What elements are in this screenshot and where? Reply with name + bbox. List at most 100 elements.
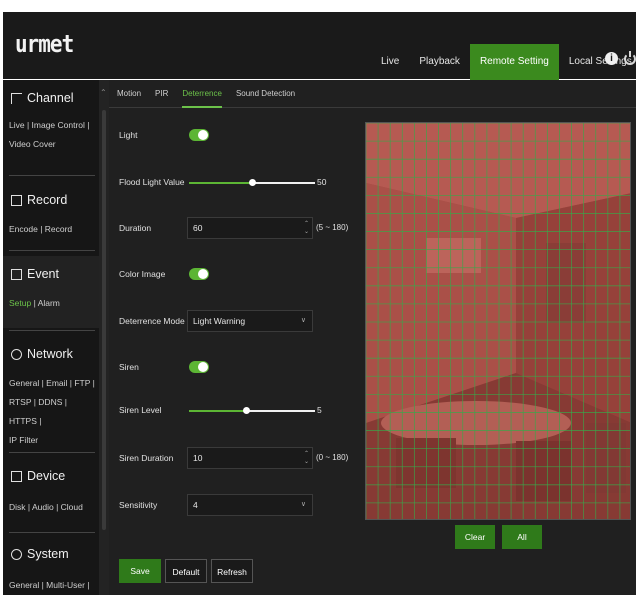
siren-level-value: 5 <box>317 405 322 415</box>
tab-deterrence[interactable]: Deterrence <box>182 80 222 108</box>
top-icons: i <box>605 50 636 65</box>
siren-level-label: Siren Level <box>119 405 162 415</box>
light-toggle[interactable] <box>189 129 209 141</box>
sidebar-section-channel: Channel Live | Image Control | Video Cov… <box>3 86 99 154</box>
sidebar-link-row[interactable]: IP Filter <box>9 431 95 450</box>
sidebar-link-row[interactable]: General | Email | FTP | <box>9 374 95 393</box>
sidebar: Channel Live | Image Control | Video Cov… <box>3 80 99 595</box>
color-image-label: Color Image <box>119 269 166 279</box>
deterrence-mode-label: Deterrence Mode <box>119 316 185 326</box>
gear-icon <box>11 548 22 560</box>
sidebar-item-label: System <box>27 547 69 561</box>
sidebar-link-row[interactable]: RTSP | DDNS | HTTPS | <box>9 393 95 431</box>
sidebar-section-record: Record Encode | Record <box>3 188 99 239</box>
nav-playback[interactable]: Playback <box>409 44 470 80</box>
device-icon <box>11 470 22 482</box>
sidebar-item-record[interactable]: Record <box>3 188 99 212</box>
sidebar-item-label: Channel <box>27 91 74 105</box>
brand-logo: urmet <box>15 30 74 58</box>
main-nav: Live Playback Remote Setting Local Setti… <box>371 44 636 80</box>
duration-stepper-icon[interactable]: ⌃ ⌄ <box>304 220 309 236</box>
duration-input[interactable]: 60 ⌃ ⌄ <box>187 217 313 239</box>
sidebar-link-row[interactable]: Video Cover <box>9 135 95 154</box>
sidebar-section-device: Device Disk | Audio | Cloud <box>3 464 99 517</box>
divider <box>9 532 95 533</box>
sensitivity-select[interactable]: 4 <box>187 494 313 516</box>
event-tabs: Motion PIR Deterrence Sound Detection <box>109 80 636 108</box>
sidebar-link-row[interactable]: Encode | Record <box>9 220 95 239</box>
info-icon[interactable]: i <box>605 52 618 65</box>
tab-pir[interactable]: PIR <box>155 80 168 108</box>
sidebar-item-event[interactable]: Event <box>3 262 99 286</box>
sidebar-item-system[interactable]: System <box>3 542 99 566</box>
duration-value: 60 <box>193 223 203 233</box>
sidebar-item-network[interactable]: Network <box>3 342 99 366</box>
event-icon <box>11 268 22 280</box>
sidebar-link-row[interactable]: Disk | Audio | Cloud <box>9 498 95 517</box>
color-image-toggle[interactable] <box>189 268 209 280</box>
sidebar-item-label: Device <box>27 469 66 483</box>
siren-duration-range-hint: (0 ~ 180) <box>316 453 349 462</box>
siren-level-slider[interactable] <box>189 407 315 414</box>
camera-scene-image <box>366 123 630 519</box>
sidebar-link-row[interactable]: General | Multi-User | <box>9 576 95 595</box>
duration-label: Duration <box>119 223 152 233</box>
sidebar-item-label: Record <box>27 193 68 207</box>
sensitivity-value: 4 <box>193 500 198 510</box>
sidebar-section-system: System General | Multi-User | <box>3 542 99 595</box>
siren-level-slider-handle[interactable] <box>242 407 250 414</box>
flood-light-value-label: Flood Light Value <box>119 177 185 187</box>
sidebar-scrollbar[interactable]: ⌃ <box>99 80 109 595</box>
main-content: Motion PIR Deterrence Sound Detection Li… <box>109 80 636 595</box>
divider <box>9 330 95 331</box>
refresh-button[interactable]: Refresh <box>211 559 253 583</box>
clear-button[interactable]: Clear <box>455 525 495 549</box>
nav-remote-setting[interactable]: Remote Setting <box>469 44 559 80</box>
siren-label: Siren <box>119 362 139 372</box>
scroll-up-icon[interactable]: ⌃ <box>100 88 107 97</box>
siren-duration-label: Siren Duration <box>119 453 174 463</box>
sidebar-section-network: Network General | Email | FTP | RTSP | D… <box>3 342 99 450</box>
siren-duration-value: 10 <box>193 453 203 463</box>
sidebar-section-event: Event Setup | Alarm <box>3 256 99 328</box>
save-button[interactable]: Save <box>119 559 161 583</box>
camera-preview[interactable] <box>365 122 631 520</box>
sidebar-item-channel[interactable]: Channel <box>3 86 99 110</box>
sensitivity-label: Sensitivity <box>119 500 158 510</box>
siren-duration-input[interactable]: 10 ⌃ ⌄ <box>187 447 313 469</box>
sidebar-link-setup[interactable]: Setup <box>9 298 31 308</box>
siren-duration-stepper-icon[interactable]: ⌃ ⌄ <box>304 450 309 466</box>
flood-light-value: 50 <box>317 177 327 187</box>
default-button[interactable]: Default <box>165 559 207 583</box>
flood-light-slider[interactable] <box>189 179 315 186</box>
divider <box>9 175 95 176</box>
scrollbar-thumb[interactable] <box>102 110 106 530</box>
light-label: Light <box>119 130 138 140</box>
sidebar-link-alarm[interactable]: Alarm <box>38 298 60 308</box>
tab-sound-detection[interactable]: Sound Detection <box>236 80 295 108</box>
motion-area-overlay <box>366 123 630 519</box>
sidebar-item-device[interactable]: Device <box>3 464 99 488</box>
divider <box>9 452 95 453</box>
flood-light-slider-handle[interactable] <box>249 179 256 186</box>
siren-level-slider-fill <box>189 410 246 412</box>
channel-icon <box>11 92 22 104</box>
siren-toggle[interactable] <box>189 361 209 373</box>
top-bar: urmet Live Playback Remote Setting Local… <box>3 12 636 80</box>
flood-light-slider-fill <box>189 182 252 184</box>
nav-live[interactable]: Live <box>371 44 409 80</box>
tab-motion[interactable]: Motion <box>117 80 141 108</box>
deterrence-mode-select[interactable]: Light Warning <box>187 310 313 332</box>
select-all-button[interactable]: All <box>502 525 542 549</box>
sidebar-link-row[interactable]: Live | Image Control | <box>9 116 95 135</box>
duration-range-hint: (5 ~ 180) <box>316 223 349 232</box>
detection-grid <box>366 123 630 519</box>
deterrence-mode-value: Light Warning <box>193 316 246 326</box>
power-icon[interactable] <box>624 50 636 65</box>
sidebar-item-label: Event <box>27 267 59 281</box>
record-icon <box>11 194 22 206</box>
divider <box>9 250 95 251</box>
sidebar-item-label: Network <box>27 347 73 361</box>
network-icon <box>11 348 22 360</box>
app-window: urmet Live Playback Remote Setting Local… <box>0 0 636 595</box>
